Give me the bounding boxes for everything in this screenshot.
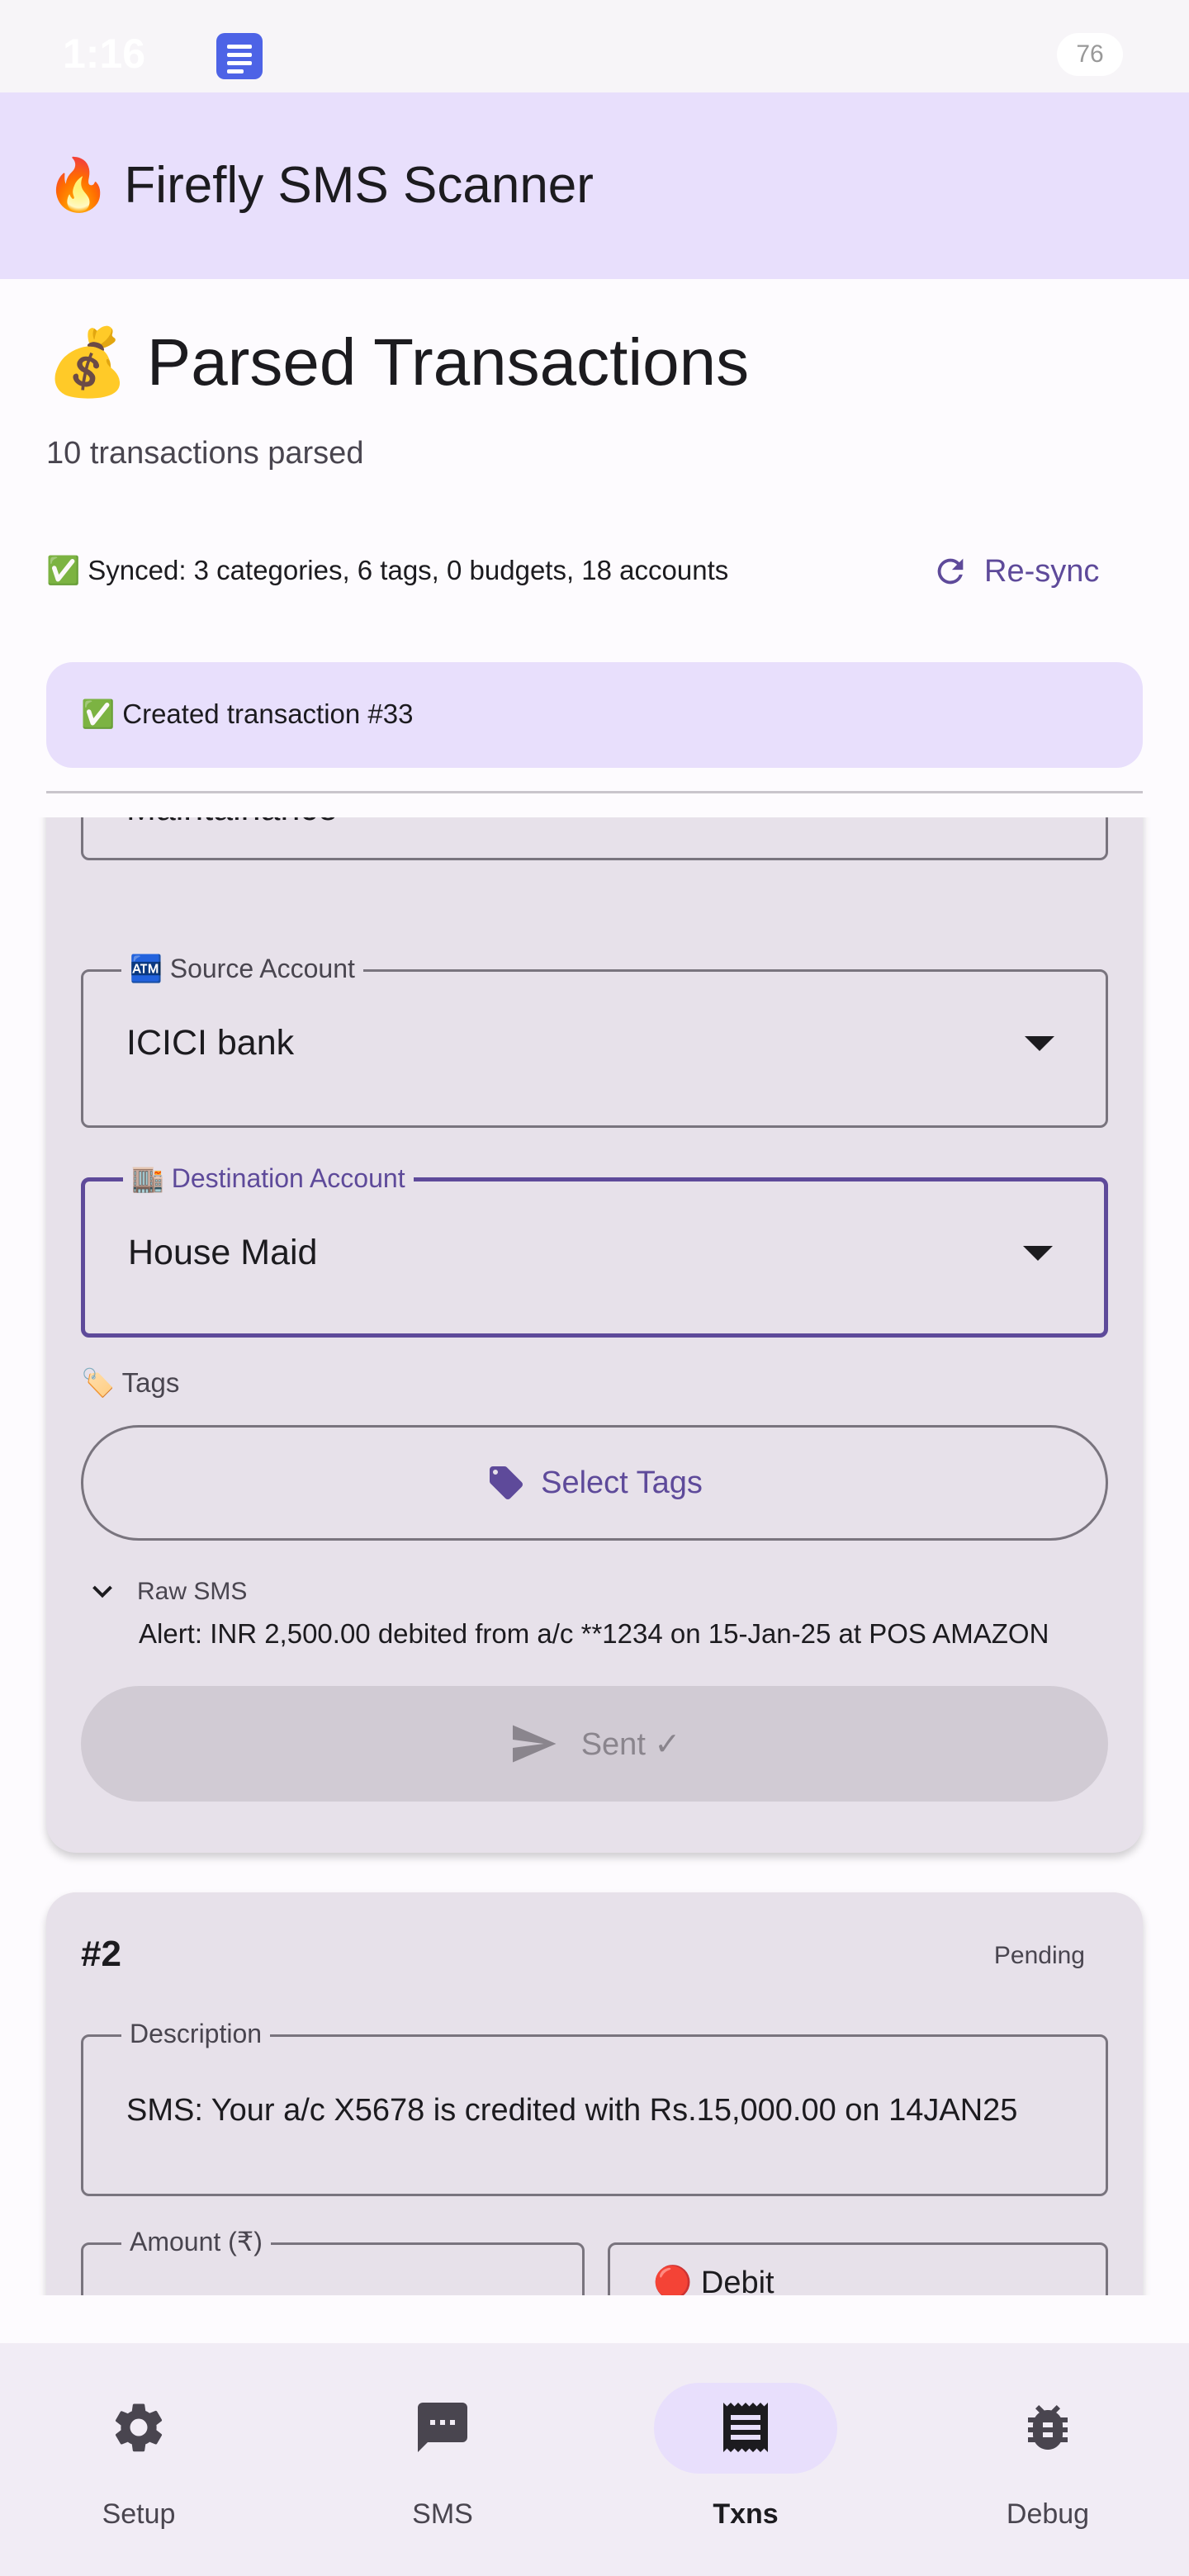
- message-icon: [418, 2403, 467, 2452]
- status-bar: 1:16 76: [0, 0, 1189, 92]
- app-bar: 🔥 Firefly SMS Scanner: [0, 92, 1189, 279]
- resync-label: Re-sync: [984, 553, 1100, 589]
- raw-sms-toggle[interactable]: Raw SMS: [88, 1577, 247, 1607]
- sent-label: Sent ✓: [580, 1726, 681, 1762]
- description-value: SMS: Your a/c X5678 is credited with Rs.…: [126, 2093, 1018, 2128]
- transaction-list[interactable]: Maintainance 🏧 Source Account ICICI bank…: [0, 817, 1189, 2295]
- chevron-down-icon: [92, 1585, 112, 1598]
- nav-txns[interactable]: Txns: [651, 2383, 841, 2548]
- transaction-card: Maintainance 🏧 Source Account ICICI bank…: [46, 817, 1143, 1853]
- description-field[interactable]: Description SMS: Your a/c X5678 is credi…: [81, 2017, 1108, 2196]
- amount-field[interactable]: Amount (₹): [81, 2225, 585, 2295]
- success-banner: ✅ Created transaction #33: [46, 662, 1143, 768]
- bug-icon: [1028, 2405, 1068, 2450]
- send-icon: [512, 1725, 557, 1763]
- raw-sms-label: Raw SMS: [137, 1578, 248, 1605]
- transaction-type-dropdown[interactable]: 🔴 Debit: [608, 2242, 1108, 2295]
- status-badge: Pending: [993, 1942, 1085, 1969]
- divider: [46, 791, 1143, 793]
- select-tags-button[interactable]: Select Tags: [81, 1425, 1108, 1541]
- tags-label: 🏷️ Tags: [81, 1367, 180, 1398]
- status-time: 1:16: [63, 31, 146, 77]
- chevron-down-icon: [1023, 1246, 1053, 1261]
- sync-status: ✅ Synced: 3 categories, 6 tags, 0 budget…: [46, 555, 729, 585]
- transaction-number: #2: [81, 1934, 121, 1974]
- receipt-icon: [723, 2403, 768, 2452]
- destination-account-value: House Maid: [128, 1233, 318, 1272]
- tag-icon: [490, 1466, 523, 1500]
- sent-button[interactable]: Sent ✓: [81, 1686, 1108, 1802]
- description-label: Description: [121, 2017, 271, 2050]
- transaction-card: #2 Pending Description SMS: Your a/c X56…: [46, 1892, 1143, 2295]
- page-title: 💰 Parsed Transactions: [46, 325, 750, 399]
- bottom-navigation: Setup SMS Txns Debug: [0, 2343, 1189, 2576]
- nav-sms-label: SMS: [412, 2498, 473, 2530]
- document-icon: [216, 33, 263, 79]
- gear-icon: [115, 2403, 163, 2452]
- app-title: 🔥 Firefly SMS Scanner: [46, 157, 594, 214]
- raw-sms-text: Alert: INR 2,500.00 debited from a/c **1…: [139, 1618, 1049, 1649]
- refresh-icon: [937, 558, 964, 585]
- nav-setup-label: Setup: [102, 2498, 176, 2530]
- category-dropdown[interactable]: Maintainance: [81, 817, 1108, 860]
- destination-account-dropdown[interactable]: 🏬 Destination Account House Maid: [81, 1162, 1108, 1338]
- source-account-value: ICICI bank: [126, 1023, 295, 1063]
- nav-setup[interactable]: Setup: [44, 2383, 234, 2548]
- nav-debug-label: Debug: [1006, 2498, 1090, 2530]
- source-account-dropdown[interactable]: 🏧 Source Account ICICI bank: [81, 952, 1108, 1128]
- category-value: Maintainance: [126, 817, 338, 829]
- success-banner-text: ✅ Created transaction #33: [81, 698, 414, 729]
- amount-label: Amount (₹): [121, 2225, 271, 2258]
- chevron-down-icon: [1025, 1036, 1054, 1051]
- battery-indicator: 76: [1057, 33, 1123, 76]
- select-tags-label: Select Tags: [541, 1465, 703, 1500]
- transaction-count: 10 transactions parsed: [46, 436, 364, 471]
- transaction-type-value: 🔴 Debit: [653, 2266, 775, 2295]
- nav-debug[interactable]: Debug: [953, 2383, 1143, 2548]
- resync-button[interactable]: Re-sync: [931, 548, 1099, 594]
- nav-txns-label: Txns: [713, 2498, 779, 2530]
- nav-sms[interactable]: SMS: [348, 2383, 538, 2548]
- source-account-label: 🏧 Source Account: [121, 952, 363, 985]
- destination-account-label: 🏬 Destination Account: [123, 1162, 414, 1195]
